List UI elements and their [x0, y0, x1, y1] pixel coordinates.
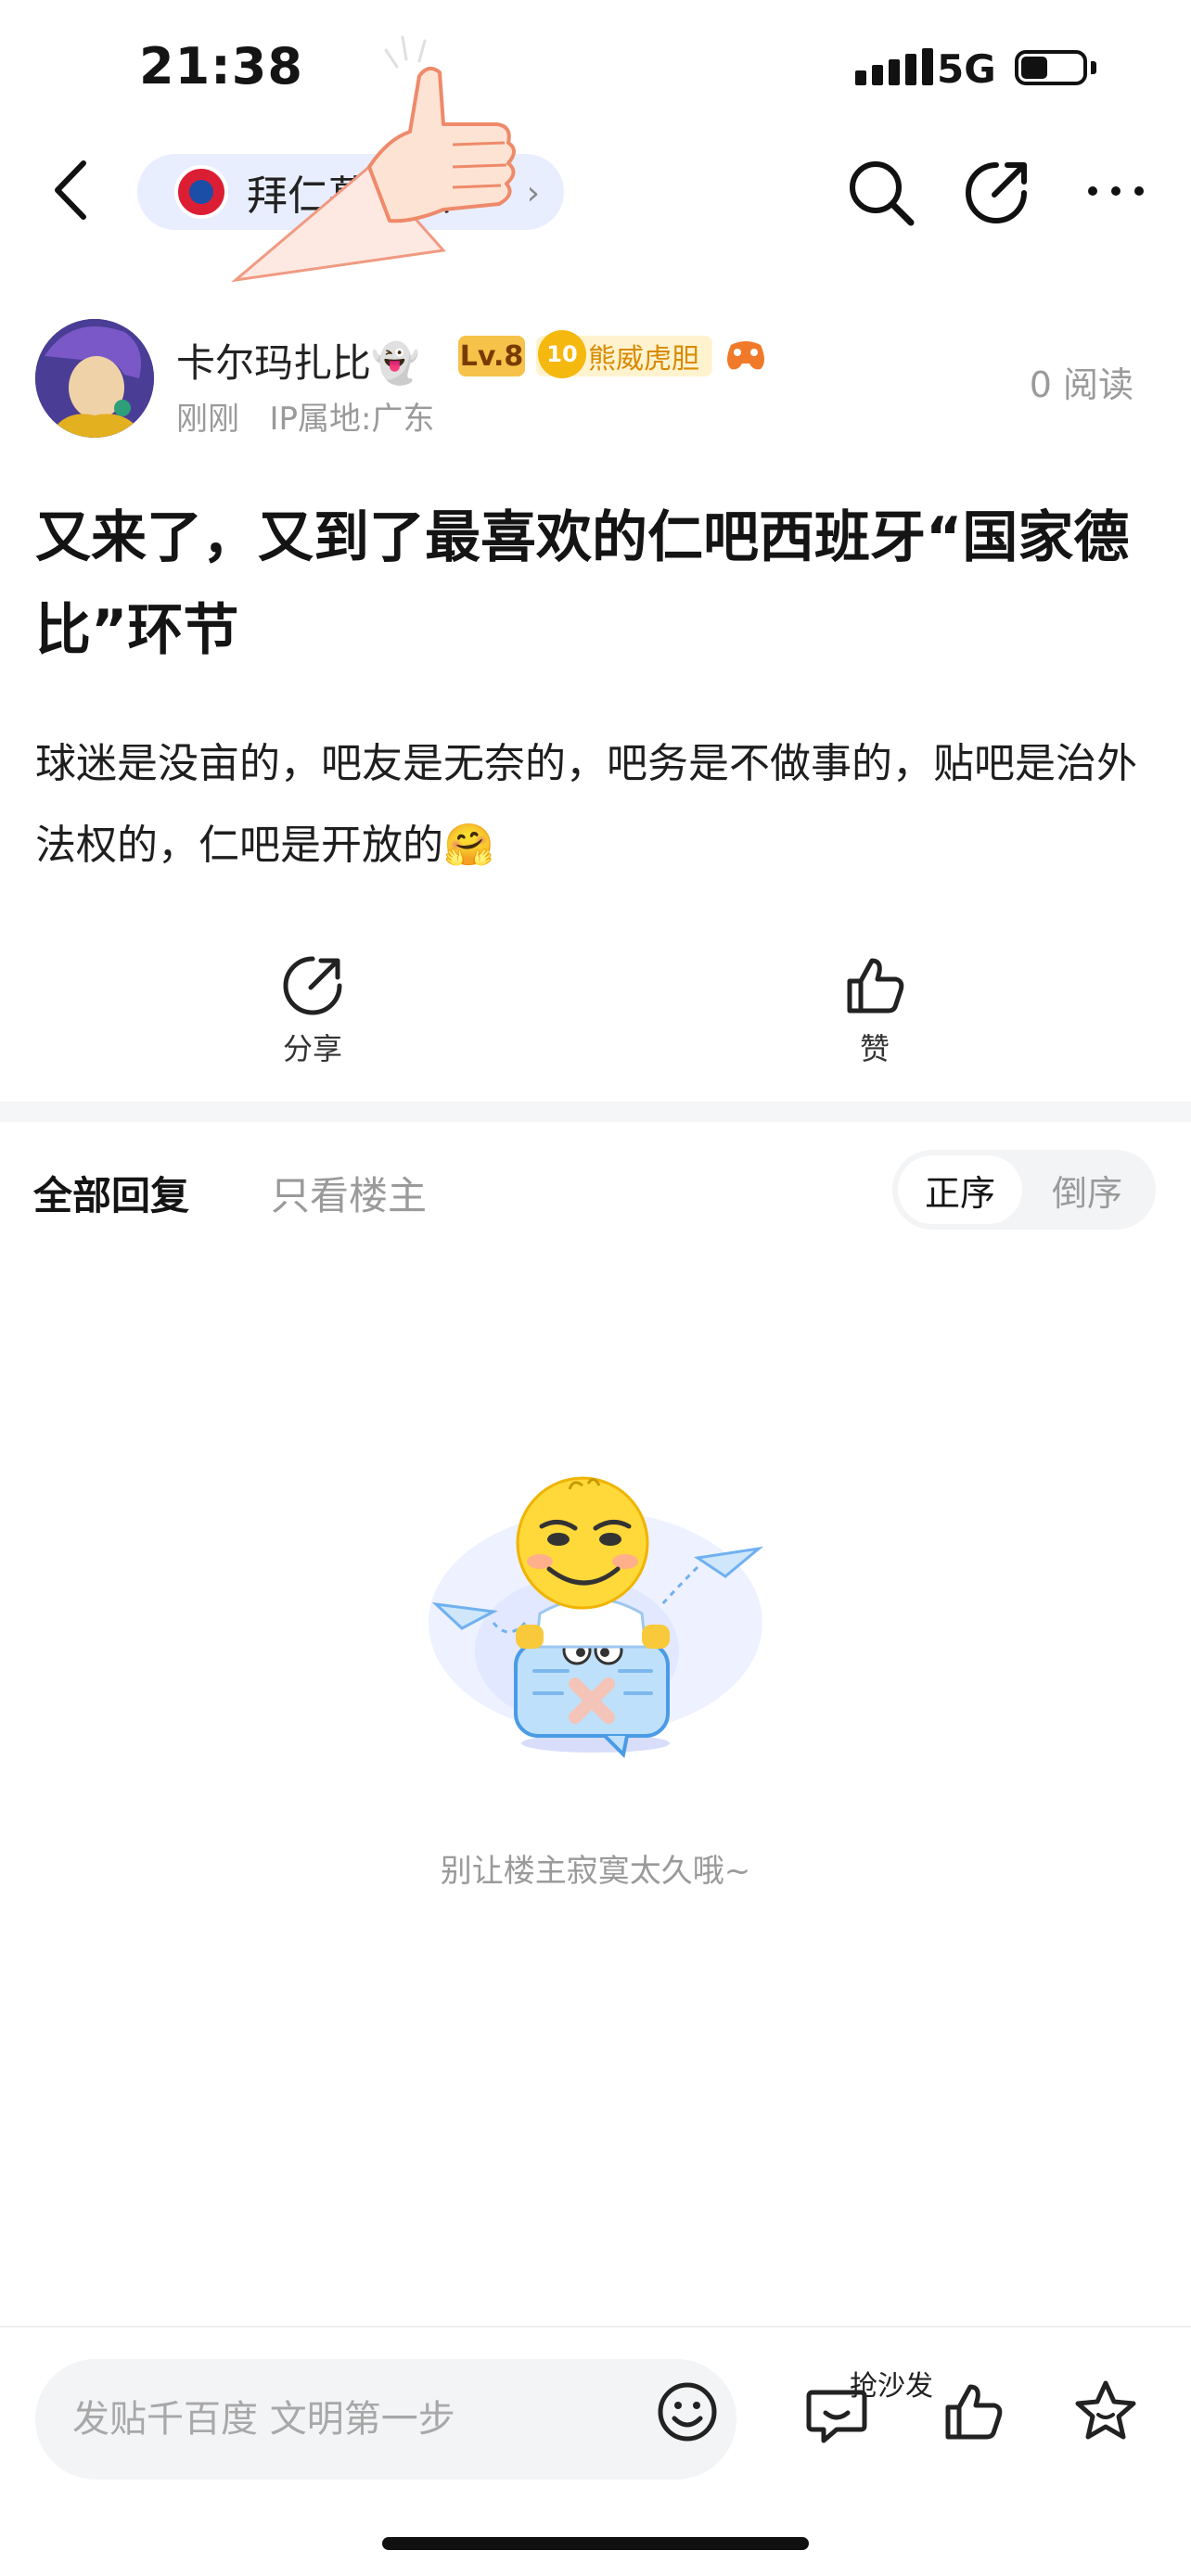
more-icon [1088, 186, 1144, 196]
back-chevron-icon [55, 160, 86, 220]
thumbs-up-icon [945, 2384, 1003, 2440]
post-ip: IP属地:广东 [269, 401, 435, 438]
empty-state-illustration [429, 1476, 764, 1759]
more-button[interactable] [1085, 182, 1146, 203]
bottom-bar-divider [0, 2326, 1191, 2327]
ghost-emoji: 👻 [371, 340, 420, 386]
thumbs-up-icon [847, 958, 904, 1014]
home-indicator [382, 2537, 809, 2550]
share-button[interactable]: 分享 [262, 953, 364, 1068]
post-body: 球迷是没亩的，吧友是无奈的，吧务是不做事的，贴吧是治外法权的，仁吧是开放的🤗 [35, 740, 1137, 869]
sort-ascending-button[interactable]: 正序 [898, 1155, 1022, 1224]
empty-state-text: 别让楼主寂寞太久哦~ [440, 1853, 751, 1890]
search-icon [850, 161, 915, 226]
section-divider [0, 1102, 1191, 1122]
level-badge: Lv.8 [458, 336, 525, 376]
favorite-button[interactable] [1072, 2378, 1139, 2447]
network-label: 5G [937, 46, 996, 92]
share-label: 分享 [282, 1031, 342, 1066]
emoji-button[interactable] [655, 2379, 720, 2447]
gamepad-icon [727, 341, 764, 370]
share-icon [283, 956, 342, 1015]
post-meta: 刚刚 IP属地:广东 [176, 393, 434, 439]
edit-icon [966, 162, 1027, 223]
sofa-label: 抢沙发 [850, 2370, 933, 2403]
back-button[interactable] [48, 158, 95, 225]
signal-icon [855, 48, 933, 85]
post-time: 刚刚 [176, 401, 239, 438]
post-title: 又来了，又到了最喜欢的仁吧西班牙“国家德比”环节 [35, 505, 1130, 663]
chevron-right-icon: › [526, 174, 540, 212]
like-post-button[interactable] [941, 2379, 1005, 2447]
reply-input[interactable] [35, 2359, 736, 2480]
tab-owner-only[interactable]: 只看楼主 [271, 1165, 427, 1221]
battery-cap [1091, 61, 1096, 74]
forum-avatar [174, 165, 228, 219]
like-button[interactable]: 赞 [824, 953, 926, 1068]
read-count: 0 阅读 [1029, 364, 1133, 405]
emoji-icon [658, 2382, 717, 2442]
badge-level-icon: 10 [538, 330, 586, 378]
author-name-text: 卡尔玛扎比 [176, 340, 372, 386]
search-button[interactable] [846, 158, 916, 231]
like-label: 赞 [859, 1031, 890, 1066]
author-name[interactable]: 卡尔玛扎比👻 [176, 332, 419, 389]
author-avatar-image [35, 319, 154, 438]
edit-button[interactable] [961, 158, 1031, 231]
thumbs-up-animation-icon [231, 35, 516, 283]
author-avatar[interactable] [35, 319, 154, 438]
star-icon [1075, 2380, 1136, 2440]
tab-all-replies[interactable]: 全部回复 [33, 1165, 189, 1221]
sort-descending-button[interactable]: 倒序 [1024, 1155, 1150, 1224]
battery-level [1021, 57, 1047, 79]
